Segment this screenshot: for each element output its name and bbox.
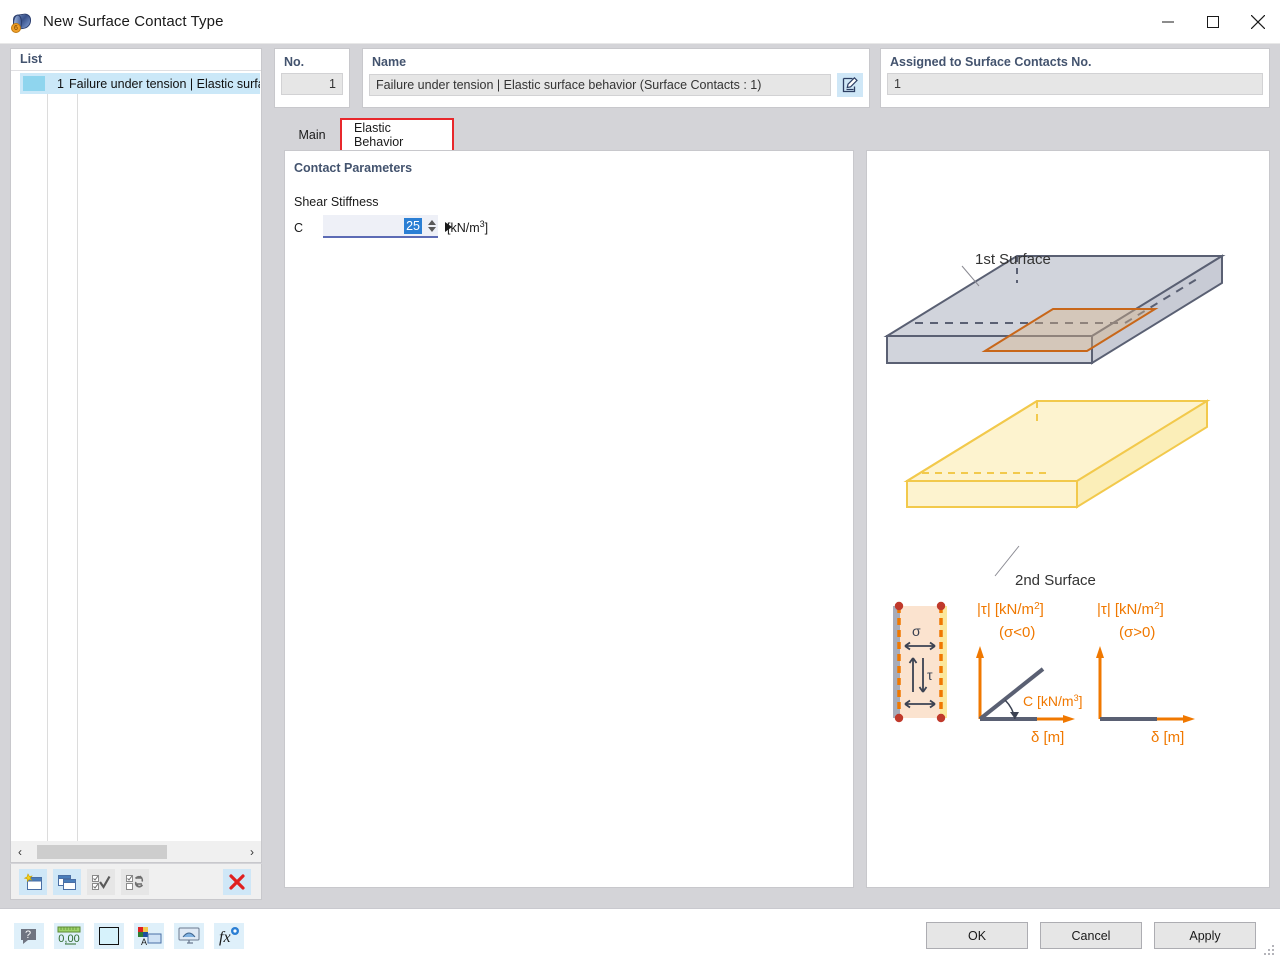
svg-text:?: ? [25,929,31,941]
list-body[interactable]: 1 Failure under tension | Elastic surfac… [20,73,260,858]
stiffness-symbol-label: C [294,221,303,235]
title-bar: 6 New Surface Contact Type [0,0,1280,44]
chart-sigma-positive: |τ| [kN/m2] (σ>0) δ [m] [1096,601,1195,746]
formula-button[interactable]: fx [214,923,244,949]
scrollbar-track[interactable] [29,842,243,862]
shear-stiffness-unit: [kN/m3] [447,219,488,235]
chart2-condition-label: (σ>0) [1119,624,1155,641]
shear-stiffness-input[interactable]: 25 [323,215,438,238]
leader-line-first [962,266,979,286]
tab-main[interactable]: Main [284,120,340,150]
list-panel: List 1 Failure under tension | Elastic s… [10,48,262,860]
chart2-x-axis-label: δ [m] [1151,729,1184,746]
list-header: List [11,49,261,71]
svg-text:0,00: 0,00 [58,933,79,945]
first-surface-label: 1st Surface [975,251,1051,268]
visibility-screen-icon [177,926,201,946]
bottom-bar: ? 0,00 A [0,908,1280,960]
new-item-button[interactable] [19,869,47,895]
copy-item-button[interactable] [53,869,81,895]
tab-elastic-behavior[interactable]: Elastic Behavior [342,120,452,150]
surface-3d-illustration [887,256,1222,576]
formula-fx-icon: fx [217,926,241,946]
spinner-up-icon[interactable] [428,220,436,225]
unit-prefix: [kN/m [447,221,480,235]
window-controls [1145,0,1280,44]
shear-stiffness-label: Shear Stiffness [294,195,379,209]
sigma-symbol: σ [912,623,921,639]
contact-diagram: 1st Surface 2nd Surface σ τ | [867,151,1269,887]
tau-symbol: τ [927,667,933,683]
second-surface-label: 2nd Surface [1015,572,1096,589]
help-button[interactable]: ? [14,923,44,949]
invert-selection-button[interactable] [121,869,149,895]
assigned-panel: Assigned to Surface Contacts No. 1 [880,48,1270,108]
display-properties-icon: A [136,926,162,946]
svg-text:A: A [141,937,147,946]
resize-grip[interactable] [1264,945,1276,957]
close-icon[interactable] [1235,0,1280,44]
shear-stiffness-stepper[interactable] [425,214,438,237]
new-window-icon [23,873,43,891]
checklist-check-icon [91,873,111,891]
svg-text:fx: fx [219,929,231,946]
ok-button[interactable]: OK [926,922,1028,949]
help-balloon-icon: ? [18,926,40,946]
chart-sigma-negative: |τ| [kN/m2] (σ<0) C [kN/m3] δ [m] [976,601,1082,746]
red-x-icon [228,873,246,891]
name-panel: Name Failure under tension | Elastic sur… [362,48,870,108]
list-item-label: Failure under tension | Elastic surface … [69,77,260,91]
check-all-button[interactable] [87,869,115,895]
maximize-icon[interactable] [1190,0,1235,44]
list-item[interactable]: 1 Failure under tension | Elastic surfac… [20,73,260,94]
spinner-down-icon[interactable] [428,227,436,232]
assigned-label: Assigned to Surface Contacts No. [881,49,1269,69]
scrollbar-thumb[interactable] [37,845,167,859]
scroll-left-icon[interactable]: ‹ [11,842,29,862]
contact-parameters-panel: Contact Parameters Shear Stiffness C 25 … [284,150,854,888]
edit-pencil-icon[interactable] [837,73,863,97]
bottom-toolbar: ? 0,00 A [14,923,244,949]
copy-window-icon [57,873,77,891]
minimize-icon[interactable] [1145,0,1190,44]
second-surface-shape [907,401,1207,507]
name-input[interactable]: Failure under tension | Elastic surface … [369,74,831,96]
graphic-preview-panel: 1st Surface 2nd Surface σ τ | [866,150,1270,888]
tab-strip: Main Elastic Behavior [274,120,1270,150]
checklist-swap-icon [125,873,145,891]
list-toolbar [10,864,262,900]
display-properties-button[interactable]: A [134,923,164,949]
chart1-x-axis-label: δ [m] [1031,729,1064,746]
scroll-right-icon[interactable]: › [243,842,261,862]
unit-suffix: ] [485,221,488,235]
number-label: No. [275,49,349,69]
window-title: New Surface Contact Type [43,13,224,30]
list-horizontal-scrollbar[interactable]: ‹ › [10,841,262,863]
number-panel: No. 1 [274,48,350,108]
assigned-value[interactable]: 1 [887,73,1263,95]
delete-item-button[interactable] [223,869,251,895]
color-swatch-button[interactable] [94,923,124,949]
chart1-slope-label: C [kN/m3] [1023,693,1082,709]
name-label: Name [363,49,869,69]
cancel-button[interactable]: Cancel [1040,922,1142,949]
dialog-buttons: OK Cancel Apply [926,922,1256,949]
chart2-y-axis-label: |τ| [kN/m2] [1097,601,1164,618]
list-item-number: 1 [45,77,69,91]
units-000-icon: 0,00 [56,925,82,947]
stress-block-diagram: σ τ [893,602,947,722]
surface-contact-icon: 6 [11,11,33,33]
chart1-condition-label: (σ<0) [999,624,1035,641]
shear-stiffness-value[interactable]: 25 [404,218,422,234]
number-value[interactable]: 1 [281,73,343,95]
color-swatch-icon [23,76,45,91]
visibility-button[interactable] [174,923,204,949]
color-swatch-icon [99,927,119,945]
units-button[interactable]: 0,00 [54,923,84,949]
apply-button[interactable]: Apply [1154,922,1256,949]
chart1-y-axis-label: |τ| [kN/m2] [977,601,1044,618]
section-title: Contact Parameters [294,161,412,175]
